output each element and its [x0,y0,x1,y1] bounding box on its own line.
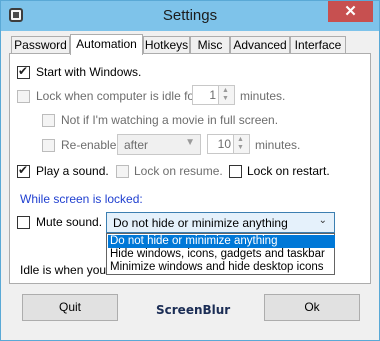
quit-button[interactable]: Quit [22,294,118,321]
window-title: Settings [162,7,218,24]
dropdown-option[interactable]: Minimize windows and hide desktop icons [108,261,335,274]
dropdown-option[interactable]: Hide windows, icons, gadgets and taskbar [108,248,335,261]
tab-password[interactable]: Password [11,36,70,53]
locked-section-heading: While screen is locked: [20,192,143,206]
tab-misc[interactable]: Misc [190,36,230,53]
start-with-windows-checkbox[interactable] [17,64,30,79]
play-sound-checkbox[interactable] [17,163,30,178]
reenable-minutes-suffix: minutes. [255,138,301,152]
start-with-windows-label: Start with Windows. [36,65,142,79]
brand-logo: ScreenBlur [156,303,231,317]
reenable-checkbox[interactable] [42,139,55,152]
up-arrow-icon[interactable]: ▲ [222,87,229,95]
dropdown-option[interactable]: Do not hide or minimize anything [108,235,335,248]
stepper-arrows[interactable]: ▲ ▼ [218,86,234,104]
close-button[interactable]: ✕ [328,1,373,22]
settings-window: Settings ✕ Password Automation Hotkeys M… [0,0,380,341]
idle-note: Idle is when you d [20,263,117,277]
title-bar[interactable]: Settings ✕ [1,1,379,31]
play-sound-label: Play a sound. [36,164,109,178]
screen-option-value: Do not hide or minimize anything [113,216,288,230]
not-if-movie-checkbox[interactable] [42,114,55,127]
tab-automation[interactable]: Automation [70,34,143,55]
lock-on-resume-checkbox[interactable] [116,165,129,178]
screen-option-select[interactable]: Do not hide or minimize anything ⌄ [106,212,335,233]
chevron-down-icon: ⌄ [318,215,327,226]
idle-minutes-stepper[interactable]: 1 ▲ ▼ [192,85,235,105]
mute-sound-checkbox[interactable] [17,216,30,229]
down-arrow-icon[interactable]: ▼ [237,144,244,152]
reenable-minutes-value: 10 [217,137,231,151]
idle-minutes-suffix: minutes. [240,89,286,103]
stepper-arrows[interactable]: ▲ ▼ [233,135,249,153]
lock-when-idle-label: Lock when computer is idle for [36,89,199,103]
down-arrow-icon[interactable]: ▼ [222,95,229,103]
screen-option-dropdown: Do not hide or minimize anything Hide wi… [106,233,335,275]
reenable-label: Re-enable [61,138,117,152]
lock-on-resume-label: Lock on resume. [134,164,223,178]
chevron-down-icon: ▼ [185,137,195,148]
tab-advanced[interactable]: Advanced [230,36,290,53]
reenable-minutes-stepper[interactable]: 10 ▲ ▼ [207,134,250,154]
tab-interface[interactable]: Interface [290,36,346,53]
reenable-mode-value: after [124,138,149,152]
up-arrow-icon[interactable]: ▲ [237,136,244,144]
not-if-movie-label: Not if I'm watching a movie in full scre… [61,113,279,127]
mute-sound-label: Mute sound. [36,215,103,229]
ok-button[interactable]: Ok [264,294,360,321]
lock-when-idle-checkbox[interactable] [17,90,30,103]
reenable-mode-select[interactable]: after ▼ [117,134,201,155]
tab-hotkeys[interactable]: Hotkeys [143,36,190,53]
lock-on-restart-checkbox[interactable] [229,165,242,178]
idle-minutes-value: 1 [209,88,216,102]
lock-on-restart-label: Lock on restart. [247,164,330,178]
